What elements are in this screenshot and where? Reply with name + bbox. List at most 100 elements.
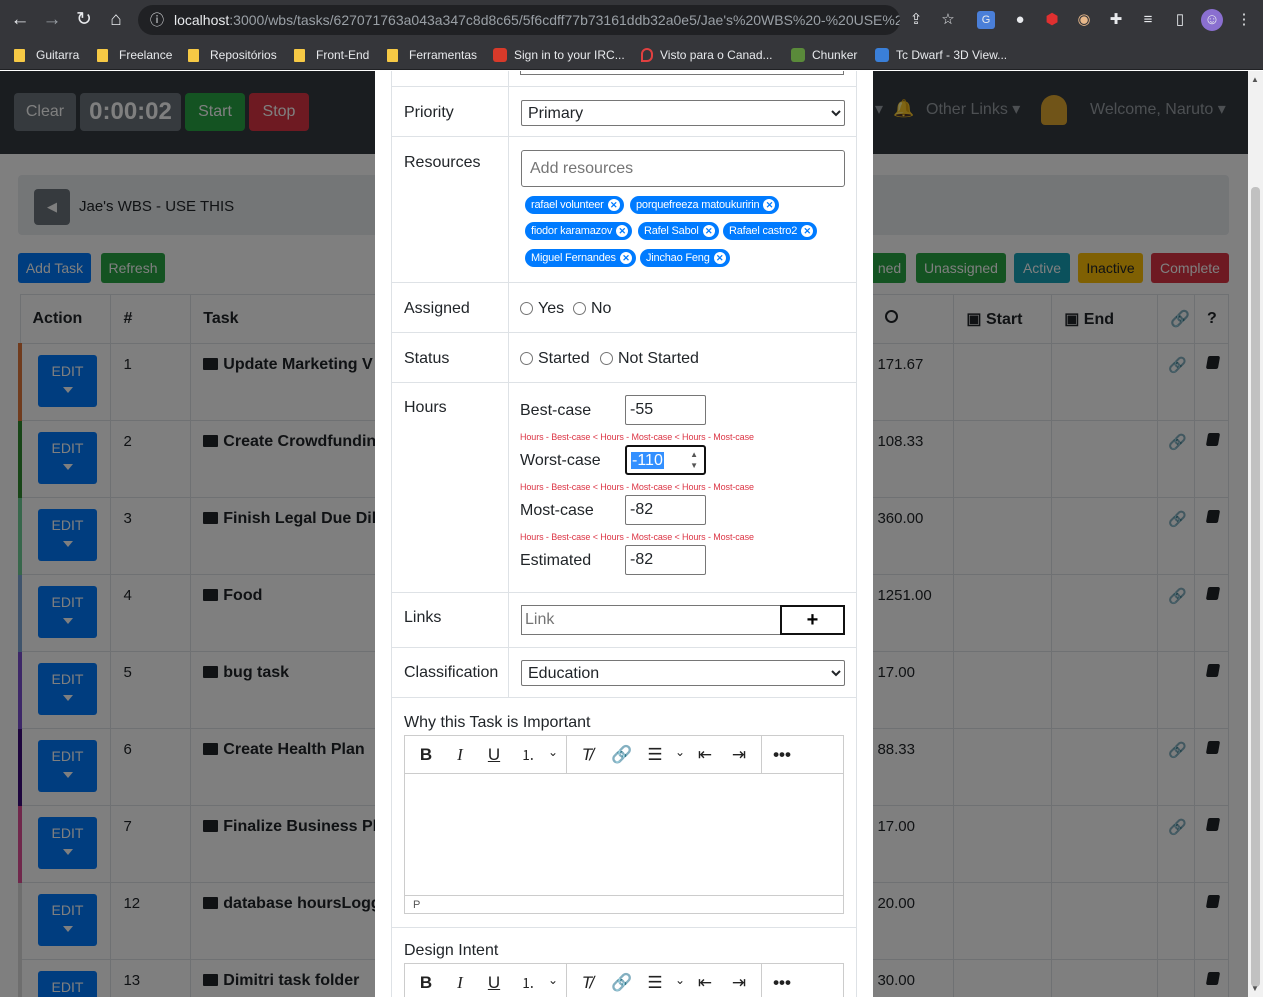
bookmark-tc-dwarf[interactable]: Tc Dwarf - 3D View... — [875, 45, 1007, 65]
priority-label: Priority — [404, 104, 454, 121]
assigned-no-radio[interactable] — [573, 302, 586, 315]
remove-chip-icon[interactable]: ✕ — [616, 225, 629, 237]
bold-icon[interactable]: B — [416, 973, 436, 993]
row-assigned: Assigned Yes No — [391, 283, 857, 333]
indent-icon[interactable]: ⇥ — [729, 973, 749, 993]
adblock-icon[interactable]: ⬢ — [1041, 9, 1063, 31]
numbered-list-icon[interactable]: ⒈ — [518, 973, 538, 993]
resources-input[interactable] — [521, 150, 845, 187]
link-input[interactable] — [521, 605, 781, 635]
profile-avatar-icon[interactable]: ☺ — [1201, 9, 1223, 31]
classification-select[interactable]: Education — [521, 660, 845, 686]
outdent-icon[interactable]: ⇤ — [695, 745, 715, 765]
bookmark-irc[interactable]: Sign in to your IRC... — [493, 45, 625, 65]
why-important-editor: B I U ⒈ ⌄ T̸ 🔗 ☰ ⌄ ⇤ ⇥ ••• P — [404, 735, 844, 914]
estimated-input[interactable]: -82 — [625, 545, 706, 575]
italic-icon[interactable]: I — [450, 973, 470, 993]
scrollbar-thumb[interactable] — [1251, 187, 1260, 987]
status-started-radio[interactable] — [520, 352, 533, 365]
scroll-down-icon[interactable]: ▼ — [1251, 984, 1259, 993]
browser-toolbar: ← → ↻ ⌂ ⓘ localhost:3000/wbs/tasks/62707… — [0, 0, 1263, 40]
bookmark-ferramentas[interactable]: Ferramentas — [387, 45, 477, 65]
translate-icon[interactable]: G — [977, 11, 995, 29]
remove-chip-icon[interactable]: ✕ — [713, 252, 726, 264]
scroll-up-icon[interactable]: ▲ — [1251, 75, 1259, 84]
resource-chip: fiodor karamazov ✕ — [525, 222, 633, 240]
status-not-started-radio[interactable] — [600, 352, 613, 365]
why-important-text-area[interactable] — [405, 774, 843, 895]
share-icon[interactable]: ⇪ — [905, 9, 927, 31]
resource-chip: Rafael castro2 ✕ — [723, 222, 818, 240]
worst-case-input[interactable]: -110 ▲ ▼ — [625, 445, 706, 475]
remove-chip-icon[interactable]: ✕ — [763, 199, 776, 211]
toolbar-separator — [761, 964, 762, 997]
italic-icon[interactable]: I — [450, 745, 470, 765]
chevron-down-icon[interactable]: ⌄ — [543, 973, 563, 987]
priority-select[interactable]: Primary — [521, 100, 845, 126]
add-link-button[interactable]: + — [780, 605, 845, 635]
spinner-arrows-icon[interactable]: ▲ ▼ — [690, 449, 698, 471]
indent-icon[interactable]: ⇥ — [729, 745, 749, 765]
remove-chip-icon[interactable]: ✕ — [607, 199, 620, 211]
menu-kebab-icon[interactable]: ⋮ — [1233, 9, 1255, 31]
bookmark-freelance[interactable]: Freelance — [97, 45, 172, 65]
playlist-icon[interactable]: ≡ — [1137, 9, 1159, 31]
worst-case-label: Worst-case — [520, 452, 601, 469]
puzzle-icon[interactable]: ✚ — [1105, 9, 1127, 31]
bullet-list-icon[interactable]: ☰ — [645, 745, 665, 765]
most-case-input[interactable]: -82 — [625, 495, 706, 525]
cube-icon — [875, 48, 889, 62]
bold-icon[interactable]: B — [416, 745, 436, 765]
status-label: Status — [404, 350, 450, 367]
more-icon[interactable]: ••• — [772, 745, 792, 765]
star-icon[interactable]: ☆ — [937, 9, 959, 31]
bullet-list-icon[interactable]: ☰ — [645, 973, 665, 993]
underline-icon[interactable]: U — [484, 745, 504, 765]
chevron-down-icon[interactable]: ⌄ — [670, 745, 690, 759]
best-case-label: Best-case — [520, 402, 592, 419]
assigned-yes-radio[interactable] — [520, 302, 533, 315]
editor-toolbar: B I U ⒈ ⌄ T̸ 🔗 ☰ ⌄ ⇤ ⇥ ••• — [405, 964, 843, 997]
underline-icon[interactable]: U — [484, 973, 504, 993]
bookmark-front-end[interactable]: Front-End — [294, 45, 369, 65]
folder-icon — [294, 48, 305, 62]
extension-icon[interactable]: ● — [1009, 9, 1031, 31]
page-scrollbar[interactable]: ▲ ▼ — [1248, 71, 1263, 997]
remove-chip-icon[interactable]: ✕ — [702, 225, 715, 237]
outdent-icon[interactable]: ⇤ — [695, 973, 715, 993]
remove-chip-icon[interactable]: ✕ — [619, 252, 632, 264]
row-status: Status Started Not Started — [391, 333, 857, 383]
numbered-list-icon[interactable]: ⒈ — [518, 745, 538, 765]
best-case-hint: Hours - Best-case < Hours - Most-case < … — [520, 432, 754, 442]
bookmark-repositorios[interactable]: Repositórios — [188, 45, 277, 65]
clear-format-icon[interactable]: T̸ — [577, 745, 597, 765]
resource-chip: rafael volunteer ✕ — [525, 196, 624, 214]
info-icon: ⓘ — [150, 12, 164, 28]
address-bar[interactable]: ⓘ localhost:3000/wbs/tasks/627071763a043… — [138, 5, 900, 35]
clear-format-icon[interactable]: T̸ — [577, 973, 597, 993]
more-icon[interactable]: ••• — [772, 973, 792, 993]
chevron-down-icon[interactable]: ⌄ — [543, 745, 563, 759]
most-case-hint: Hours - Best-case < Hours - Most-case < … — [520, 532, 754, 542]
bookmark-chunker[interactable]: Chunker — [791, 45, 857, 65]
home-icon[interactable]: ⌂ — [105, 9, 127, 31]
bookmark-guitarra[interactable]: Guitarra — [14, 45, 79, 65]
best-case-input[interactable]: -55 — [625, 395, 706, 425]
design-intent-editor: B I U ⒈ ⌄ T̸ 🔗 ☰ ⌄ ⇤ ⇥ ••• — [404, 963, 844, 997]
remove-chip-icon[interactable]: ✕ — [801, 225, 814, 237]
bookmark-visto[interactable]: Visto para o Canad... — [641, 45, 773, 65]
divider — [508, 333, 509, 382]
chevron-down-icon[interactable]: ⌄ — [670, 973, 690, 987]
sidepanel-icon[interactable]: ▯ — [1169, 9, 1191, 31]
link-icon[interactable]: 🔗 — [611, 973, 632, 993]
divider — [508, 648, 509, 697]
maple-leaf-icon — [493, 48, 507, 62]
reload-icon[interactable]: ↻ — [73, 9, 95, 31]
bookmarks-bar: Guitarra Freelance Repositórios Front-En… — [0, 40, 1263, 70]
worst-case-hint: Hours - Best-case < Hours - Most-case < … — [520, 482, 754, 492]
owl-extension-icon[interactable]: ◉ — [1073, 9, 1095, 31]
back-icon[interactable]: ← — [9, 9, 31, 31]
link-icon[interactable]: 🔗 — [611, 745, 632, 765]
divider — [508, 87, 509, 136]
forward-icon[interactable]: → — [41, 9, 63, 31]
